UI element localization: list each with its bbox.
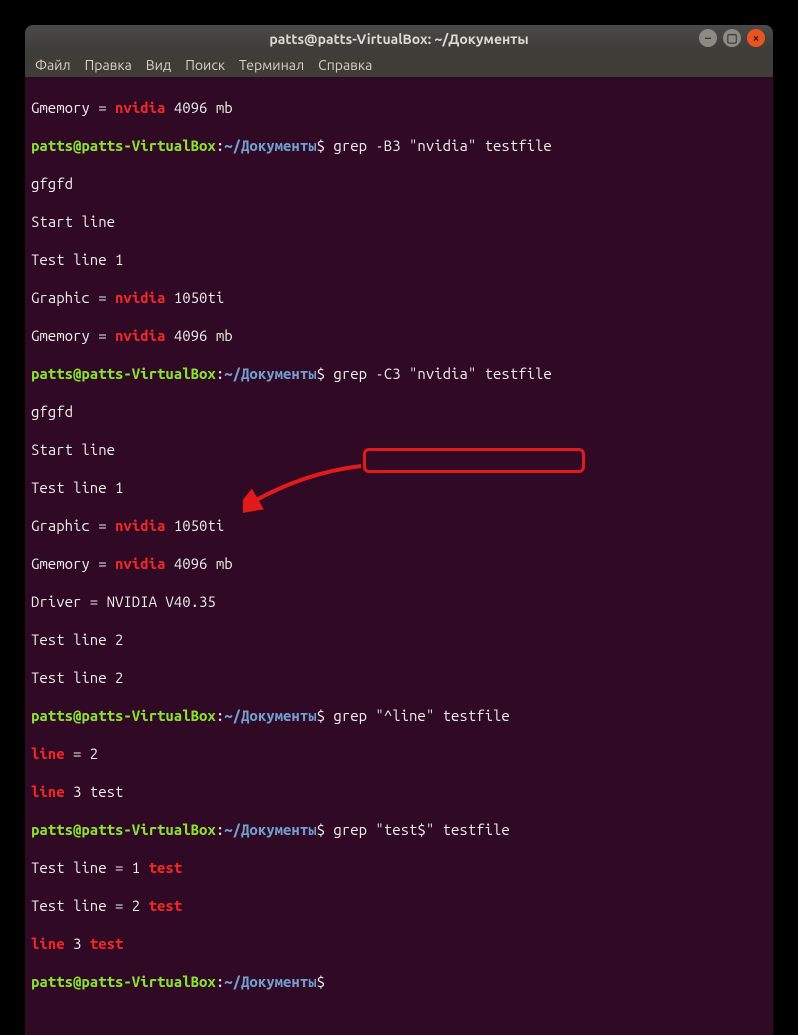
menu-search[interactable]: Поиск: [185, 57, 225, 73]
output-line: Test line = 2 test: [31, 896, 767, 915]
output-line: Gmemory = nvidia 4096 mb: [31, 554, 767, 573]
output-line: Test line 2: [31, 630, 767, 649]
prompt-line: patts@patts-VirtualBox:~/Документы$ grep…: [31, 706, 767, 725]
terminal-body[interactable]: Gmemory = nvidia 4096 mb patts@patts-Vir…: [25, 77, 773, 1035]
terminal-window: patts@patts-VirtualBox: ~/Документы – ▢ …: [25, 25, 773, 1035]
output-line: Start line: [31, 212, 767, 231]
titlebar: patts@patts-VirtualBox: ~/Документы – ▢ …: [25, 25, 773, 53]
output-line: Gmemory = nvidia 4096 mb: [31, 326, 767, 345]
window-controls: – ▢ ×: [699, 29, 765, 47]
output-line: Test line 1: [31, 250, 767, 269]
prompt-line: patts@patts-VirtualBox:~/Документы$ grep…: [31, 136, 767, 155]
output-line: Graphic = nvidia 1050ti: [31, 516, 767, 535]
prompt-line: patts@patts-VirtualBox:~/Документы$ grep…: [31, 364, 767, 383]
prompt-line: patts@patts-VirtualBox:~/Документы$ grep…: [31, 820, 767, 839]
output-line: Start line: [31, 440, 767, 459]
menubar: Файл Правка Вид Поиск Терминал Справка: [25, 53, 773, 77]
output-line: Test line 2: [31, 668, 767, 687]
menu-file[interactable]: Файл: [35, 57, 71, 73]
close-button[interactable]: ×: [747, 29, 765, 47]
output-line: Driver = NVIDIA V40.35: [31, 592, 767, 611]
output-line: Graphic = nvidia 1050ti: [31, 288, 767, 307]
menu-help[interactable]: Справка: [318, 57, 372, 73]
output-line: Gmemory = nvidia 4096 mb: [31, 98, 767, 117]
output-line: gfgfd: [31, 402, 767, 421]
output-line: line 3 test: [31, 782, 767, 801]
maximize-button[interactable]: ▢: [723, 29, 741, 47]
menu-edit[interactable]: Правка: [85, 57, 132, 73]
minimize-button[interactable]: –: [699, 29, 717, 47]
output-line: line = 2: [31, 744, 767, 763]
output-line: Test line = 1 test: [31, 858, 767, 877]
menu-view[interactable]: Вид: [146, 57, 171, 73]
output-line: line 3 test: [31, 934, 767, 953]
prompt-line: patts@patts-VirtualBox:~/Документы$: [31, 972, 767, 991]
window-title: patts@patts-VirtualBox: ~/Документы: [269, 31, 528, 47]
menu-terminal[interactable]: Терминал: [239, 57, 304, 73]
output-line: Test line 1: [31, 478, 767, 497]
output-line: gfgfd: [31, 174, 767, 193]
